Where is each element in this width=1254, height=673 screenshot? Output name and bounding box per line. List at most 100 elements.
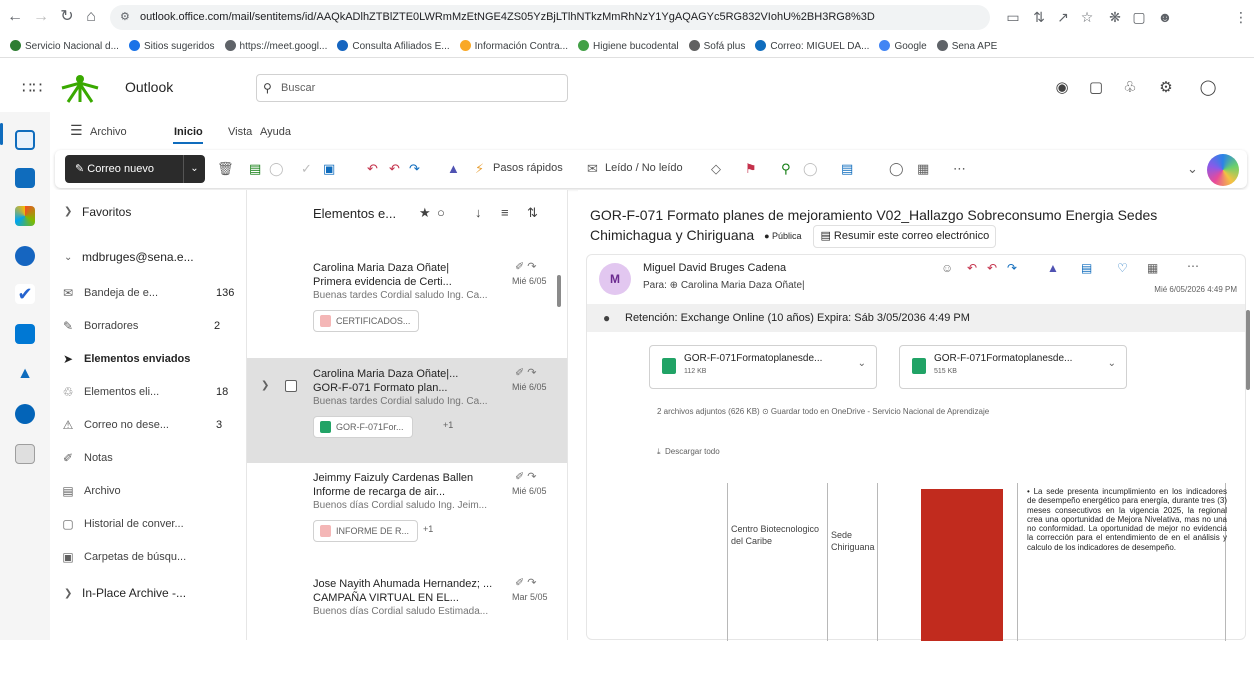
new-mail-dropdown-icon[interactable]: ⌄: [183, 155, 205, 183]
cast-icon[interactable]: ▭: [1004, 8, 1022, 26]
attachment-summary[interactable]: 2 archivos adjuntos (626 KB) ⊙ Guardar t…: [657, 407, 989, 416]
copilot-icon[interactable]: [1207, 154, 1239, 186]
bookmark-item[interactable]: Sofá plus: [688, 36, 745, 57]
emoji-react-icon[interactable]: ☺: [941, 261, 953, 275]
snooze-icon[interactable]: ◯: [803, 160, 818, 178]
org-icon[interactable]: ▲: [15, 364, 35, 384]
flag-icon[interactable]: ⚑: [745, 160, 757, 178]
bookmark-item[interactable]: https://meet.googl...: [224, 36, 327, 57]
archive-icon[interactable]: ▤: [249, 160, 261, 178]
sensitivity-label[interactable]: ● Pública: [764, 227, 801, 246]
read-unread-button[interactable]: Leído / No leído: [605, 162, 683, 174]
bookmark-item[interactable]: Consulta Afiliados E...: [337, 36, 450, 57]
folder-item[interactable]: ▤ Archivo: [50, 476, 246, 506]
chevron-down-icon[interactable]: ⌄: [858, 358, 866, 369]
app-launcher-icon[interactable]: ∷∷: [22, 78, 42, 98]
bookmark-item[interactable]: Sitios sugeridos: [128, 36, 215, 57]
extensions-icon[interactable]: ❋: [1106, 8, 1124, 26]
account-header[interactable]: mdbruges@sena.e...: [82, 250, 194, 264]
summarize-button[interactable]: ▤ Resumir este correo electrónico: [813, 225, 997, 248]
bookmark-star-icon[interactable]: ☆: [1078, 8, 1096, 26]
more-attachments-count[interactable]: +1: [443, 420, 453, 430]
sort-icon[interactable]: ⇅: [527, 205, 538, 221]
bookmark-item[interactable]: Correo: MIGUEL DA...: [755, 36, 869, 57]
chevron-down-icon[interactable]: ⌄: [1108, 358, 1116, 369]
download-all-link[interactable]: ⤓ Descargar todo: [657, 447, 720, 457]
forward-mail-icon[interactable]: ↷: [409, 160, 420, 178]
more-options-icon[interactable]: ⋯: [953, 160, 966, 178]
more-actions-icon[interactable]: ⋯: [1187, 259, 1199, 273]
categorize-icon[interactable]: ◇: [711, 160, 721, 178]
chevron-right-icon[interactable]: ❯: [64, 588, 72, 599]
favorite-star-icon[interactable]: ★: [419, 205, 431, 221]
tab-vista[interactable]: Vista: [228, 126, 252, 138]
sweep-icon[interactable]: ✓: [301, 160, 312, 178]
attachment-card[interactable]: GOR-F-071Formatoplanesde... 112 KB ⌄: [649, 345, 877, 389]
reply-all-icon[interactable]: ↶: [389, 160, 400, 178]
teams-icon[interactable]: ▲: [1047, 261, 1059, 275]
home-icon[interactable]: ⌂: [80, 6, 102, 28]
delete-icon[interactable]: 🗑: [217, 160, 234, 178]
attachment-chip[interactable]: INFORME DE R...: [313, 520, 419, 542]
reading-scrollbar[interactable]: [1246, 310, 1250, 390]
folder-item[interactable]: ▣ Carpetas de búsqu...: [50, 542, 246, 572]
bookmark-item[interactable]: Higiene bucodental: [578, 36, 679, 57]
folder-item[interactable]: ⚠ Correo no dese... 3: [50, 410, 246, 440]
teams-share-icon[interactable]: ▲: [447, 160, 460, 178]
recipients[interactable]: Para: ⊕ Carolina Maria Daza Oñate|: [643, 280, 805, 291]
list-scrollbar[interactable]: [557, 275, 561, 307]
chat-icon[interactable]: ▢: [1086, 78, 1106, 98]
chevron-right-icon[interactable]: ❯: [64, 206, 72, 217]
more-attachments-count[interactable]: +1: [423, 524, 433, 534]
attachment-card[interactable]: GOR-F-071Formatoplanesde... 515 KB ⌄: [899, 345, 1127, 389]
rules-icon[interactable]: ▤: [841, 160, 853, 178]
message-item[interactable]: Jeimmy Faizuly Cardenas Ballen Informe de…: [247, 462, 567, 567]
bookmark-item[interactable]: Google: [879, 36, 927, 57]
message-item[interactable]: Carolina Maria Daza Oñate|... GOR-F-071 F…: [247, 358, 567, 463]
chevron-down-icon[interactable]: ⌄: [64, 252, 72, 263]
move-to-icon[interactable]: ▣: [323, 160, 335, 178]
folder-item[interactable]: ✐ Notas: [50, 443, 246, 473]
more-apps-icon[interactable]: [15, 444, 35, 464]
folder-item[interactable]: ✎ Borradores 2: [50, 311, 246, 341]
message-item[interactable]: Jose Nayith Ahumada Hernandez; ... CAMPAÑ…: [247, 568, 567, 673]
meet-now-icon[interactable]: ◉: [1052, 78, 1072, 98]
translate-icon[interactable]: ⇅: [1030, 8, 1048, 26]
view-grid-icon[interactable]: ▦: [1147, 261, 1158, 275]
new-mail-button[interactable]: ✎ Correo nuevo ⌄: [65, 155, 205, 183]
select-checkbox[interactable]: [285, 380, 297, 392]
bookmark-item[interactable]: Servicio Nacional d...: [10, 36, 119, 57]
immersive-reader-icon[interactable]: ◯: [889, 160, 904, 178]
ribbon-expand-icon[interactable]: ⌄: [1187, 160, 1198, 178]
forward-mail-icon[interactable]: ↷: [1007, 261, 1017, 275]
sender-name[interactable]: Miguel David Bruges Cadena: [643, 262, 786, 274]
grid-icon[interactable]: ▦: [917, 160, 929, 178]
onedrive-icon[interactable]: [15, 324, 35, 344]
reply-all-icon[interactable]: ↶: [987, 261, 997, 275]
tab-inicio[interactable]: Inicio: [174, 126, 203, 138]
quick-steps-icon[interactable]: ⚡: [475, 160, 484, 178]
people-icon[interactable]: [15, 246, 35, 266]
folder-item[interactable]: ▢ Historial de conver...: [50, 509, 246, 539]
sidepanel-icon[interactable]: ▢: [1130, 8, 1148, 26]
favorites-header[interactable]: Favoritos: [82, 205, 131, 219]
in-place-archive-header[interactable]: In-Place Archive -...: [82, 586, 186, 600]
search-input[interactable]: ⚲ Buscar: [256, 74, 568, 102]
address-bar[interactable]: ⚙ outlook.office.com/mail/sentitems/id/A…: [110, 5, 990, 30]
folder-item[interactable]: ✉ Bandeja de e... 136: [50, 278, 246, 308]
message-item[interactable]: Carolina Maria Daza Oñate| Primera eviden…: [247, 252, 567, 357]
attachment-chip[interactable]: CERTIFICADOS...: [313, 310, 420, 332]
read-unread-icon[interactable]: ✉: [587, 160, 598, 178]
list-title[interactable]: Elementos e...: [313, 206, 396, 221]
calendar-icon[interactable]: [15, 168, 35, 188]
pin-icon[interactable]: ⚲: [781, 160, 791, 178]
forward-icon[interactable]: →: [30, 6, 52, 28]
site-info-icon[interactable]: ⚙: [120, 5, 130, 30]
share-icon[interactable]: ↗: [1054, 8, 1072, 26]
notifications-icon[interactable]: ♧: [1120, 78, 1140, 98]
filter-icon[interactable]: ≡: [501, 205, 509, 220]
reply-icon[interactable]: ↶: [367, 160, 378, 178]
hamburger-icon[interactable]: ☰: [70, 122, 83, 139]
select-circle-icon[interactable]: ○: [437, 205, 445, 220]
tab-archivo[interactable]: Archivo: [90, 126, 127, 138]
